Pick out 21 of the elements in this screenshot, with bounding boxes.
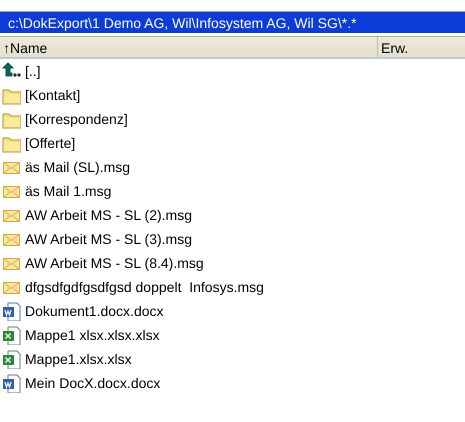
document-icon <box>2 374 21 392</box>
file-name[interactable]: AW Arbeit MS - SL (8.4).msg <box>25 253 204 273</box>
spreadsheet-icon <box>2 326 21 344</box>
file-name[interactable]: [Korrespondenz] <box>25 109 128 129</box>
file-name[interactable]: Mappe1 xlsx.xlsx.xlsx <box>25 325 160 345</box>
file-name[interactable]: äs Mail (SL).msg <box>25 157 130 177</box>
file-name[interactable]: Mappe1.xlsx.xlsx <box>25 349 132 369</box>
file-name[interactable]: äs Mail 1.msg <box>25 181 112 201</box>
column-header[interactable]: ↑Name <box>0 37 378 57</box>
path-bar[interactable]: c:\DokExport\1 Demo AG, Wil\Infosystem AG, Wil SG\*.* <box>0 11 465 33</box>
file-name[interactable]: AW Arbeit MS - SL (3).msg <box>25 229 192 249</box>
file-name[interactable]: Mein DocX.docx.docx <box>25 373 160 393</box>
column-header[interactable]: Erw. <box>378 37 465 57</box>
spreadsheet-icon <box>2 350 21 368</box>
file-name[interactable]: Dokument1.docx.docx <box>25 301 164 321</box>
file-name[interactable]: [..] <box>25 61 41 81</box>
file-name[interactable]: [Kontakt] <box>25 85 80 105</box>
file-name[interactable]: dfgsdfgdfgsdfgsd doppelt Infosys.msg <box>25 277 264 297</box>
document-icon <box>2 302 21 320</box>
file-name[interactable]: [Offerte] <box>25 133 76 153</box>
file-name[interactable]: AW Arbeit MS - SL (2).msg <box>25 205 192 225</box>
